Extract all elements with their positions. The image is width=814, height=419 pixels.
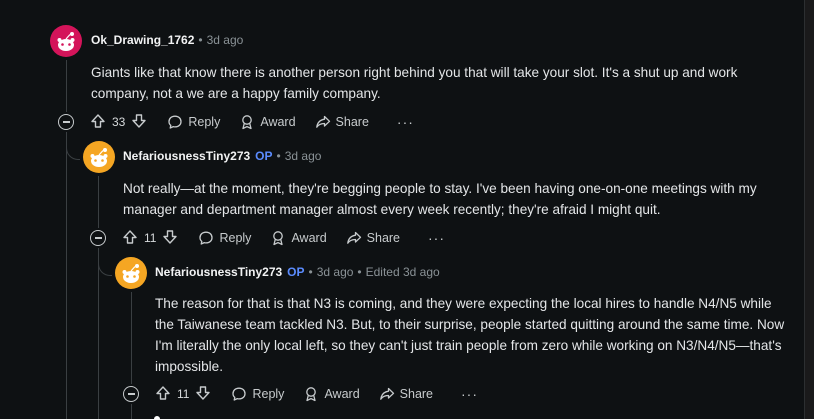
op-badge: OP (287, 265, 305, 279)
vote-controls: 11 (122, 229, 178, 248)
share-button[interactable]: Share (379, 386, 433, 402)
reply-button[interactable]: Reply (198, 230, 251, 246)
award-button[interactable]: Award (270, 230, 327, 246)
comment-meta: NefariousnessTiny273 OP • 3d ago (123, 149, 322, 163)
thread-line-2[interactable] (98, 176, 99, 228)
downvote-icon[interactable] (131, 113, 147, 132)
award-button[interactable]: Award (239, 114, 296, 130)
username[interactable]: NefariousnessTiny273 (155, 265, 282, 279)
username[interactable]: Ok_Drawing_1762 (91, 33, 194, 47)
snoo-avatar-icon (83, 141, 115, 173)
username[interactable]: NefariousnessTiny273 (123, 149, 250, 163)
reply-icon (199, 231, 214, 245)
timestamp[interactable]: 3d ago (285, 149, 322, 163)
thread-elbow-2 (66, 144, 80, 160)
comment-meta: NefariousnessTiny273 OP • 3d ago • Edite… (155, 265, 440, 279)
reply-icon (168, 115, 183, 129)
op-badge: OP (255, 149, 273, 163)
thread-line-2b[interactable] (98, 248, 99, 419)
snoo-avatar-icon (115, 257, 147, 289)
share-icon (379, 387, 394, 400)
collapse-button[interactable] (123, 386, 139, 402)
avatar[interactable] (50, 25, 82, 57)
upvote-icon[interactable] (155, 385, 171, 404)
right-panel-border (804, 0, 814, 419)
next-reply-avatar-partial (150, 412, 164, 419)
vote-controls: 11 (155, 385, 211, 404)
thread-line-1[interactable] (66, 60, 67, 112)
comment-meta: Ok_Drawing_1762 • 3d ago (91, 33, 244, 47)
comment-body: The reason for that is that N3 is coming… (155, 296, 785, 374)
collapse-button[interactable] (58, 114, 74, 130)
award-button[interactable]: Award (303, 386, 360, 402)
upvote-icon[interactable] (90, 113, 106, 132)
comment-actions: 33 Reply Award Share ··· (90, 109, 414, 135)
vote-count: 33 (112, 115, 126, 129)
comment-actions: 11 Reply Award Share ··· (155, 381, 478, 407)
upvote-icon[interactable] (122, 229, 138, 248)
reply-button[interactable]: Reply (167, 114, 220, 130)
more-options-button[interactable]: ··· (397, 114, 414, 130)
comment-body: Not really—at the moment, they're beggin… (123, 181, 757, 217)
downvote-icon[interactable] (195, 385, 211, 404)
more-options-button[interactable]: ··· (461, 386, 478, 402)
downvote-icon[interactable] (162, 229, 178, 248)
vote-count: 11 (177, 387, 190, 401)
timestamp[interactable]: 3d ago (317, 265, 354, 279)
comment-actions: 11 Reply Award Share ··· (122, 225, 445, 251)
award-icon (242, 115, 253, 130)
snoo-avatar-icon (50, 25, 82, 57)
thread-elbow-3 (98, 260, 112, 276)
more-options-button[interactable]: ··· (428, 230, 445, 246)
share-button[interactable]: Share (315, 114, 369, 130)
thread-line-3[interactable] (131, 292, 132, 384)
thread-line-1b[interactable] (66, 132, 67, 419)
comment-body: Giants like that know there is another p… (91, 65, 738, 101)
timestamp[interactable]: 3d ago (207, 33, 244, 47)
avatar[interactable] (115, 257, 147, 289)
edited-label: Edited 3d ago (365, 265, 440, 279)
share-icon (346, 231, 361, 244)
award-icon (273, 231, 284, 246)
reply-icon (232, 387, 247, 401)
share-icon (315, 115, 330, 128)
share-button[interactable]: Share (346, 230, 400, 246)
reply-button[interactable]: Reply (231, 386, 284, 402)
avatar[interactable] (83, 141, 115, 173)
vote-count: 11 (144, 231, 157, 245)
award-icon (306, 387, 317, 402)
vote-controls: 33 (90, 113, 147, 132)
thread-line-3b[interactable] (131, 404, 132, 419)
collapse-button[interactable] (90, 230, 106, 246)
